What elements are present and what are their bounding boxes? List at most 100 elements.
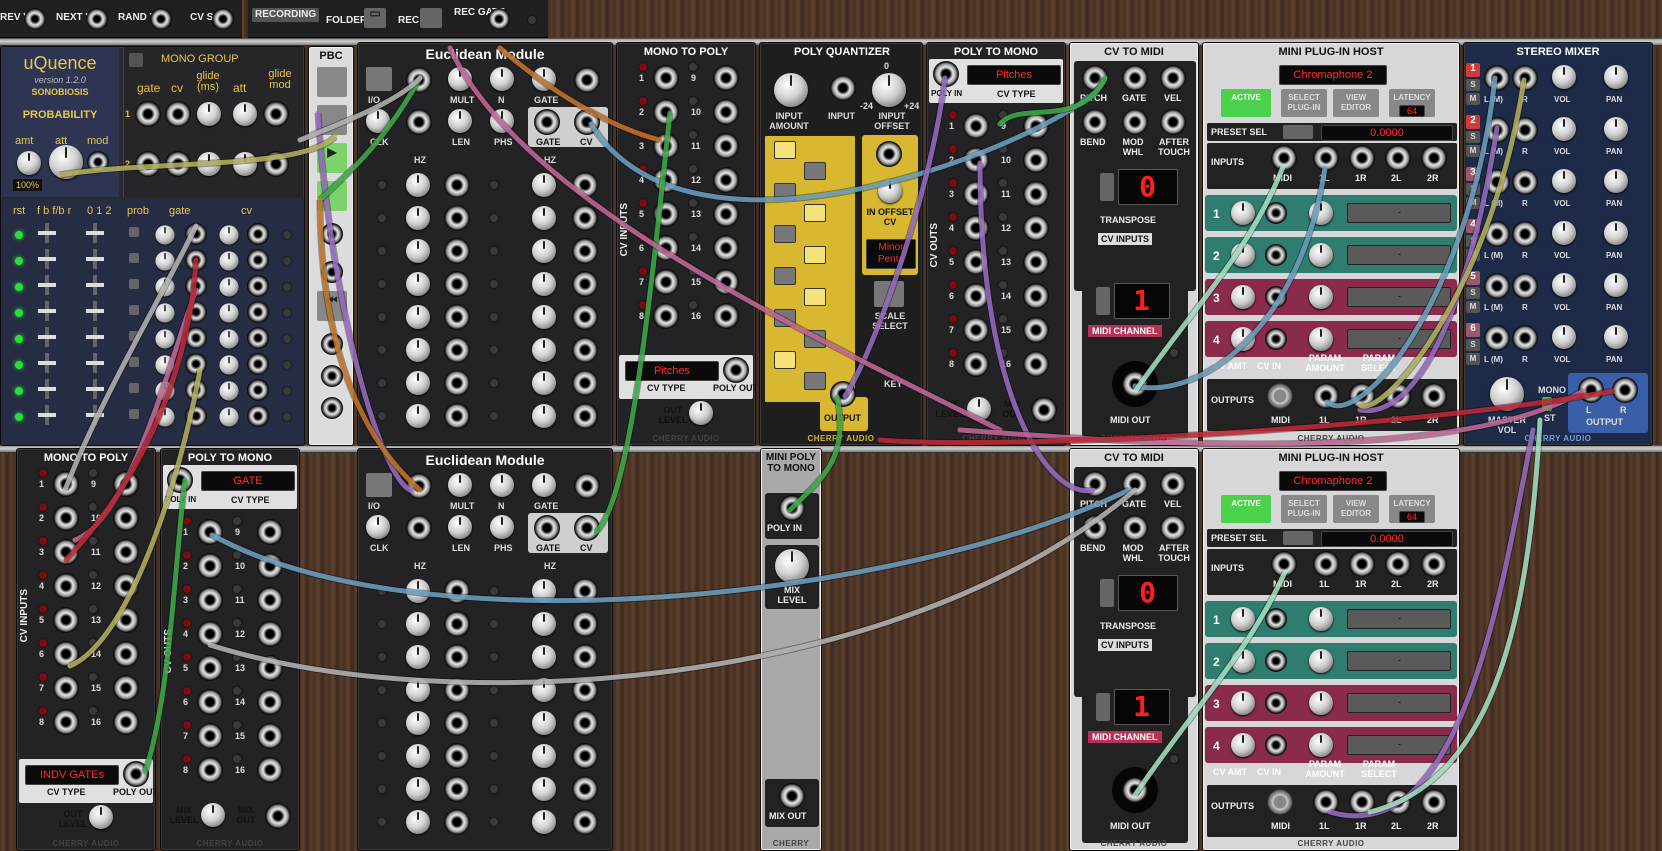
m2p-bot-poly-out-jack[interactable] (123, 761, 149, 787)
quantizer-note-key[interactable] (774, 225, 796, 243)
uq-direction-fader[interactable] (38, 275, 56, 295)
mini-p2m-mix-out-jack[interactable] (779, 783, 805, 809)
m2p-top-jack-a[interactable] (653, 201, 679, 227)
host-top-cv-in-jack[interactable] (1265, 202, 1287, 224)
p2m-top-jack-a[interactable] (963, 283, 989, 309)
p2m-bot-jack-b[interactable] (257, 757, 283, 783)
quantizer-in-offset-cv-jack[interactable] (876, 141, 902, 167)
uq-cv-jack[interactable] (247, 405, 269, 427)
euclid-top-step-knob-b[interactable] (532, 371, 556, 395)
euclid-bot-gate-knob[interactable] (532, 473, 556, 497)
uq-prob-toggle[interactable] (129, 331, 139, 341)
uq-cv-jack[interactable] (247, 249, 269, 271)
m2p-bot-jack-b[interactable] (113, 675, 139, 701)
uq-cv-knob[interactable] (219, 329, 239, 349)
euclid-bot-step-knob-b[interactable] (532, 612, 556, 636)
m2p-top-jack-b[interactable] (713, 167, 739, 193)
quantizer-note-key[interactable] (804, 288, 826, 306)
uq-direction-fader[interactable] (38, 249, 56, 269)
mini-p2m-mix-level-knob[interactable] (775, 549, 809, 583)
p2m-bot-jack-a[interactable] (197, 587, 223, 613)
host-bot-1l-in-jack[interactable] (1313, 551, 1339, 577)
mixer-master-vol-knob[interactable] (1490, 377, 1524, 411)
euclid-bot-step-knob-a[interactable] (406, 579, 430, 603)
uq-cv-knob[interactable] (219, 303, 239, 323)
host-top-cv-amt-knob[interactable] (1231, 327, 1255, 351)
quantizer-scale-display[interactable]: Minor Penta (866, 239, 916, 269)
host-top-2r-in-jack[interactable] (1421, 145, 1447, 171)
c2m-top-midi-out-jack[interactable] (1112, 361, 1158, 407)
euclid-top-step-jack-b[interactable] (572, 304, 598, 330)
host-bot-param-amount-knob[interactable] (1309, 691, 1333, 715)
mono-group-toggle[interactable] (129, 53, 143, 67)
folder-button[interactable]: ▭ (364, 7, 386, 28)
uq-prob-knob[interactable] (155, 329, 175, 349)
euclid-top-step-knob-a[interactable] (406, 173, 430, 197)
uq-octave-fader[interactable] (86, 301, 104, 321)
p2m-top-jack-b[interactable] (1023, 283, 1049, 309)
euclid-bot-phs-knob[interactable] (490, 515, 514, 539)
mixer-channel-number[interactable]: 1 (1466, 63, 1480, 77)
p2m-top-type-display[interactable]: Pitches (967, 65, 1061, 85)
host-top-1r-out-jack[interactable] (1349, 383, 1375, 409)
c2m-top-transpose-stepper[interactable] (1100, 173, 1114, 201)
uq-gate-jack[interactable] (185, 249, 207, 271)
uq-prob-toggle[interactable] (129, 305, 139, 315)
mixer-solo-button[interactable]: S (1466, 339, 1480, 351)
m2p-bot-jack-a[interactable] (53, 573, 79, 599)
pbc-jack-3[interactable] (321, 333, 343, 355)
euclid-bot-clk-knob[interactable] (366, 515, 390, 539)
mixer-mute-button[interactable]: M (1466, 249, 1480, 261)
uq-octave-fader[interactable] (86, 249, 104, 269)
uq-prob-knob[interactable] (155, 225, 175, 245)
euclid-bot-clk-jack[interactable] (406, 515, 432, 541)
euclid-bot-step-jack-a[interactable] (444, 809, 470, 835)
m2p-bot-jack-b[interactable] (113, 471, 139, 497)
euclid-top-step-knob-a[interactable] (406, 338, 430, 362)
host-top-cv-in-jack[interactable] (1265, 286, 1287, 308)
mixer-ch3-vol-knob[interactable] (1552, 169, 1576, 193)
pbc-jack-1[interactable] (321, 223, 343, 245)
mono1-glide-knob[interactable] (197, 102, 221, 126)
euclid-bot-cv-out-jack[interactable] (574, 515, 600, 541)
p2m-bot-jack-a[interactable] (197, 519, 223, 545)
host-bot-view-editor-button[interactable]: VIEW EDITOR (1333, 495, 1379, 523)
euclid-bot-gate-out-jack[interactable] (534, 515, 560, 541)
m2p-top-out-level-knob[interactable] (689, 401, 713, 425)
next-var-jack[interactable] (86, 8, 108, 30)
euclid-top-gate-out-jack[interactable] (534, 109, 560, 135)
p2m-top-jack-a[interactable] (963, 317, 989, 343)
c2m-bot-pitch-jack[interactable] (1082, 471, 1108, 497)
uq-prob-knob[interactable] (155, 381, 175, 401)
m2p-bot-jack-a[interactable] (53, 505, 79, 531)
mixer-solo-button[interactable]: S (1466, 235, 1480, 247)
p2m-bot-jack-b[interactable] (257, 519, 283, 545)
euclid-bot-step-jack-a[interactable] (444, 776, 470, 802)
host-top-cv-in-jack[interactable] (1265, 244, 1287, 266)
uq-gate-jack[interactable] (185, 353, 207, 375)
euclid-top-n-knob[interactable] (490, 67, 514, 91)
c2m-top-channel-stepper[interactable] (1096, 287, 1110, 315)
host-top-cv-amt-knob[interactable] (1231, 243, 1255, 267)
euclid-top-step-knob-a[interactable] (406, 272, 430, 296)
prob-mod-jack[interactable] (87, 151, 109, 173)
euclid-bot-mult-knob[interactable] (448, 473, 472, 497)
uq-cv-knob[interactable] (219, 225, 239, 245)
mixer-ch6-l-jack[interactable] (1484, 325, 1510, 351)
p2m-top-jack-b[interactable] (1023, 351, 1049, 377)
c2m-bot-gate-jack[interactable] (1122, 471, 1148, 497)
c2m-bot-modwhl-jack[interactable] (1122, 515, 1148, 541)
p2m-bot-type-display[interactable]: GATE (201, 471, 295, 491)
euclid-top-step-knob-b[interactable] (532, 206, 556, 230)
mixer-ch3-pan-knob[interactable] (1604, 169, 1628, 193)
uq-octave-fader[interactable] (86, 223, 104, 243)
host-top-param-amount-knob[interactable] (1309, 243, 1333, 267)
uq-cv-jack[interactable] (247, 379, 269, 401)
quantizer-note-key[interactable] (804, 330, 826, 348)
euclid-bot-n-knob[interactable] (490, 473, 514, 497)
euclid-top-cv-out-jack[interactable] (574, 109, 600, 135)
m2p-top-jack-a[interactable] (653, 65, 679, 91)
euclid-top-clk-knob[interactable] (366, 109, 390, 133)
uq-cv-knob[interactable] (219, 407, 239, 427)
host-bot-active-button[interactable]: ACTIVE (1221, 495, 1271, 523)
